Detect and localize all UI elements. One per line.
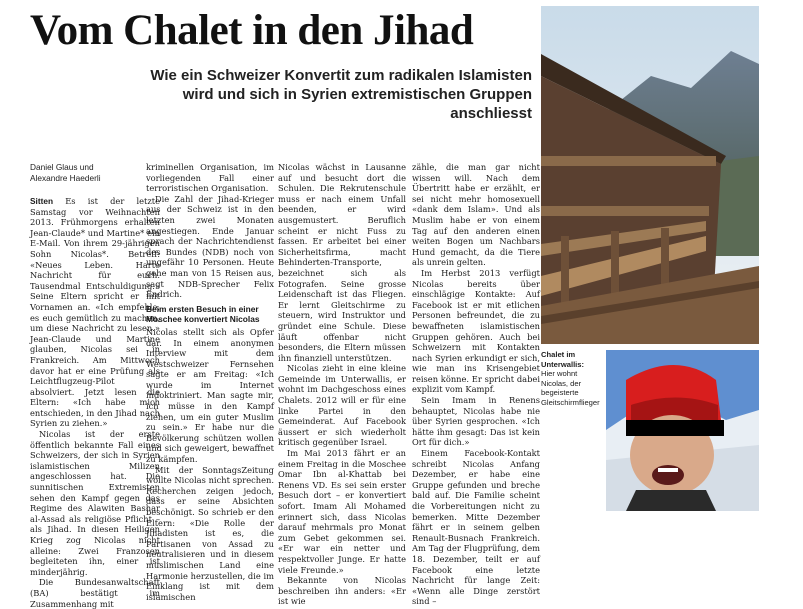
paragraph: zähle, die man gar nicht wissen will. Na… (412, 162, 540, 268)
paragraph: Nicolas zieht in eine kleine Gemeinde im… (278, 363, 406, 448)
paragraph-text: Es ist der letzte Samstag vor Weihnachte… (30, 196, 160, 429)
paragraph: Bekannte von Nicolas beschreiben ihn and… (278, 575, 406, 607)
byline: Daniel Glaus und Alexandre Haederli (30, 162, 130, 184)
headline: Vom Chalet in den Jihad (30, 7, 474, 54)
paragraph: Einem Facebook-Kontakt schreibt Nicolas … (412, 448, 540, 607)
paragraph: Im Mai 2013 fährt er an einem Freitag in… (278, 448, 406, 575)
paragraph: Mit der SonntagsZeitung wollte Nicolas n… (146, 464, 274, 602)
paragraph: Sitten Es ist der letzte Samstag vor Wei… (30, 196, 160, 429)
byline-author-2: Alexandre Haederli (30, 173, 101, 183)
photo-caption: Chalet im Unterwallis: Hier wohnt Nicola… (541, 350, 603, 408)
paragraph: Nicolas stellt sich als Opfer dar. In ei… (146, 326, 274, 465)
paragraph: Sein Imam in Renens behauptet, Nicolas h… (412, 395, 540, 448)
chalet-photo (541, 6, 759, 344)
section-subtitle: Beim ersten Besuch in einer Moschee konv… (146, 303, 260, 325)
article-column-4: zähle, die man gar nicht wissen will. Na… (412, 162, 540, 607)
article-column-3: Nicolas wächst in Lausanne auf und besuc… (278, 162, 406, 607)
article-column-2: kriminellen Organisation, im vorliegende… (146, 162, 274, 602)
paragraph: Nicolas wächst in Lausanne auf und besuc… (278, 162, 406, 363)
portrait-photo (606, 350, 759, 511)
paragraph: Im Herbst 2013 verfügt Nicolas bereits ü… (412, 267, 540, 395)
caption-lead: Chalet im Unterwallis: (541, 350, 585, 369)
dateline-place: Sitten (30, 196, 54, 206)
caption-text: Hier wohnt Nicolas, der begeisterte Glei… (541, 369, 600, 407)
byline-author-1: Daniel Glaus und (30, 162, 94, 172)
paragraph: Die Bundesanwaltschaft (BA) bestätigt im… (30, 577, 160, 609)
article-column-1: Sitten Es ist der letzte Samstag vor Wei… (30, 196, 160, 609)
paragraph: kriminellen Organisation, im vorliegende… (146, 162, 274, 194)
paragraph: Die Zahl der Jihad-Krieger aus der Schwe… (146, 193, 274, 300)
subheadline: Wie ein Schweizer Konvertit zum radikale… (150, 67, 532, 122)
paragraph: Nicolas ist der erste öffentlich bekannt… (30, 429, 160, 577)
